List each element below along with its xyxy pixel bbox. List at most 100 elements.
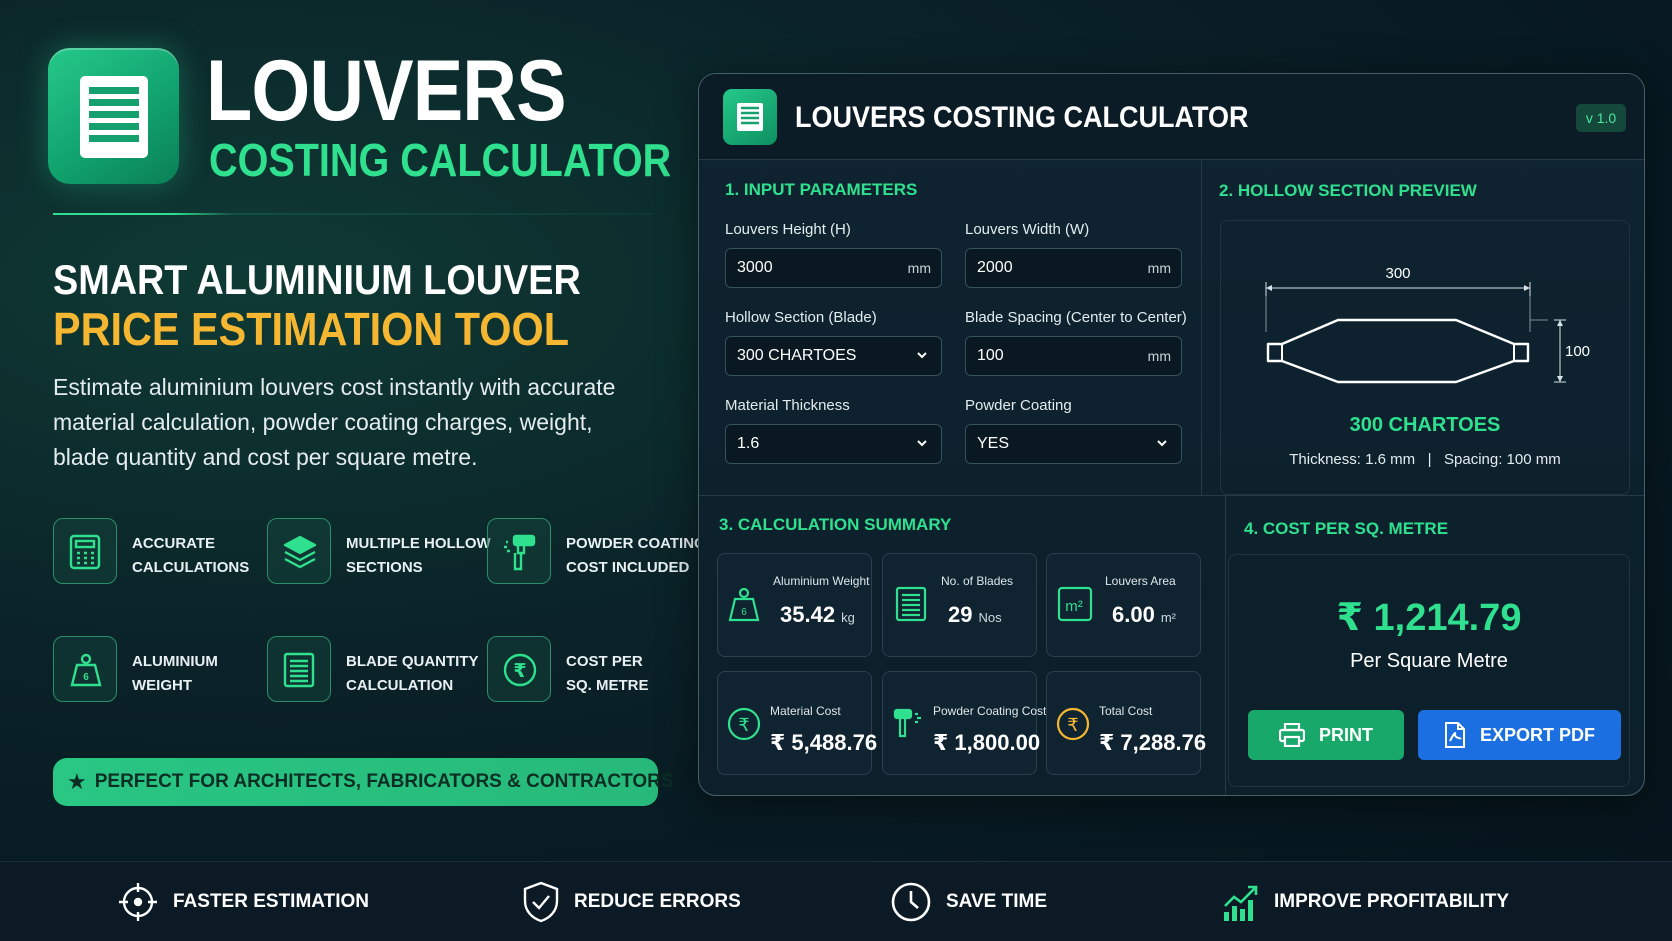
louver-logo-icon bbox=[737, 103, 763, 131]
weight-label: Aluminium Weight bbox=[773, 574, 870, 588]
feature-line1: POWDER COATING bbox=[566, 535, 706, 552]
benefit-faster-estimation: FASTER ESTIMATION bbox=[117, 880, 369, 924]
blade-spacing-label: Blade Spacing (Center to Center) bbox=[965, 309, 1187, 326]
crosshair-icon bbox=[119, 883, 157, 921]
blade-spacing-input[interactable]: 100 mm bbox=[965, 336, 1182, 376]
chevron-down-icon bbox=[917, 352, 927, 359]
shield-check-icon bbox=[523, 881, 559, 923]
cost-per-sqm-caption: Per Square Metre bbox=[1350, 650, 1508, 672]
export-pdf-label: EXPORT PDF bbox=[1479, 724, 1595, 745]
width-unit: mm bbox=[1147, 260, 1171, 276]
powder-coating-label: Powder Coating bbox=[965, 397, 1072, 414]
thickness-label: Material Thickness bbox=[725, 397, 850, 414]
feature-line1: COST PER bbox=[566, 653, 643, 670]
coating-cost-card: Powder Coating Cost ₹ 1,800.00 bbox=[882, 671, 1046, 775]
blades-label: No. of Blades bbox=[941, 574, 1014, 588]
benefit-improve-profitability: IMPROVE PROFITABILITY bbox=[1222, 880, 1509, 924]
panel-header: LOUVERS COSTING CALCULATOR v 1.0 bbox=[699, 74, 1644, 160]
area-value: 6.00 bbox=[1112, 602, 1155, 627]
cost-section-title: 4. COST PER SQ. METRE bbox=[1244, 519, 1449, 538]
blades-value: 29 bbox=[948, 602, 973, 627]
blades-card: No. of Blades 29 Nos bbox=[882, 553, 1037, 657]
hero-logo bbox=[48, 48, 179, 184]
hero-description: Estimate aluminium louvers cost instantl… bbox=[53, 374, 616, 470]
coating-cost-value: ₹ 1,800.00 bbox=[933, 730, 1041, 755]
benefit-reduce-errors: REDUCE ERRORS bbox=[522, 880, 741, 924]
preview-section-title: 2. HOLLOW SECTION PREVIEW bbox=[1219, 181, 1477, 200]
export-pdf-button[interactable]: EXPORT PDF bbox=[1418, 710, 1621, 760]
hollow-section-value: 300 CHARTOES bbox=[737, 347, 857, 364]
width-input[interactable]: 2000 mm bbox=[965, 248, 1182, 288]
feature-line2: SQ. METRE bbox=[566, 677, 649, 694]
dimension-width: 300 bbox=[1385, 265, 1410, 282]
audience-banner: ★ PERFECT FOR ARCHITECTS, FABRICATORS & … bbox=[53, 758, 674, 806]
benefit-save-time: SAVE TIME bbox=[890, 880, 1047, 924]
thickness-value: 1.6 bbox=[737, 435, 760, 452]
height-value: 3000 bbox=[737, 259, 773, 276]
version-badge: v 1.0 bbox=[1576, 104, 1626, 132]
tagline-primary: SMART ALUMINIUM LOUVER bbox=[53, 256, 581, 303]
feature-aluminium-weight: 6 ALUMINIUM WEIGHT bbox=[53, 636, 263, 706]
feature-powder-coating-cost: POWDER COATING COST INCLUDED bbox=[487, 518, 706, 588]
feature-line2: CALCULATIONS bbox=[132, 559, 250, 576]
rupee-icon: ₹ bbox=[1056, 707, 1090, 741]
area-label: Louvers Area bbox=[1105, 574, 1176, 588]
blades-icon bbox=[283, 652, 315, 688]
material-cost-value: ₹ 5,488.76 bbox=[770, 730, 878, 755]
area-icon: m² bbox=[1057, 586, 1093, 622]
total-cost-card: ₹ Total Cost ₹ 7,288.76 bbox=[1046, 671, 1206, 775]
feature-line1: BLADE QUANTITY bbox=[346, 653, 479, 670]
benefit-label: IMPROVE PROFITABILITY bbox=[1274, 891, 1510, 912]
spray-gun-icon bbox=[893, 708, 921, 738]
layers-icon bbox=[283, 535, 317, 569]
height-input[interactable]: 3000 mm bbox=[725, 248, 942, 288]
input-section-title: 1. INPUT PARAMETERS bbox=[725, 180, 918, 199]
width-value: 2000 bbox=[977, 259, 1013, 276]
panel-divider bbox=[1201, 160, 1202, 495]
hero-title: LOUVERS bbox=[206, 43, 567, 139]
audience-banner-text: PERFECT FOR ARCHITECTS, FABRICATORS & CO… bbox=[94, 771, 674, 792]
rupee-icon: ₹ bbox=[727, 707, 761, 741]
print-button-label: PRINT bbox=[1319, 724, 1373, 745]
blade-spacing-unit: mm bbox=[1147, 348, 1171, 364]
print-button[interactable]: PRINT bbox=[1248, 710, 1404, 760]
weight-card: 6 Aluminium Weight 35.42 kg bbox=[717, 553, 872, 657]
dimension-height: 100 bbox=[1565, 343, 1591, 360]
height-unit: mm bbox=[907, 260, 931, 276]
feature-line1: ALUMINIUM bbox=[132, 653, 218, 670]
thickness-select[interactable]: 1.6 bbox=[725, 424, 942, 464]
svg-text:₹: ₹ bbox=[513, 660, 526, 682]
width-label: Louvers Width (W) bbox=[965, 221, 1090, 238]
calculator-icon bbox=[69, 534, 101, 570]
weight-icon: 6 bbox=[728, 587, 760, 622]
panel-divider bbox=[1225, 496, 1226, 795]
area-unit: m² bbox=[1160, 610, 1176, 625]
blades-unit: Nos bbox=[978, 610, 1002, 625]
material-cost-label: Material Cost bbox=[770, 704, 841, 718]
weight-unit: kg bbox=[841, 610, 855, 625]
summary-section-title: 3. CALCULATION SUMMARY bbox=[719, 515, 952, 534]
benefit-label: FASTER ESTIMATION bbox=[173, 891, 369, 912]
powder-coating-select[interactable]: YES bbox=[965, 424, 1182, 464]
powder-coating-value: YES bbox=[977, 435, 1010, 452]
benefit-label: REDUCE ERRORS bbox=[574, 891, 741, 912]
svg-text:₹: ₹ bbox=[1067, 715, 1078, 736]
growth-chart-icon bbox=[1224, 885, 1258, 921]
chevron-down-icon bbox=[1157, 440, 1167, 447]
svg-text:m²: m² bbox=[1065, 598, 1083, 615]
hero-divider bbox=[53, 213, 653, 215]
feature-line2: CALCULATION bbox=[346, 677, 454, 694]
section-name: 300 CHARTOES bbox=[1349, 414, 1501, 436]
pdf-file-icon bbox=[1444, 722, 1465, 748]
hollow-section-select[interactable]: 300 CHARTOES bbox=[725, 336, 942, 376]
blades-icon bbox=[895, 586, 927, 622]
feature-line1: MULTIPLE HOLLOW bbox=[346, 535, 491, 552]
total-cost-value: ₹ 7,288.76 bbox=[1099, 730, 1207, 755]
svg-text:6: 6 bbox=[83, 672, 89, 683]
rupee-icon: ₹ bbox=[503, 653, 537, 687]
app-title: LOUVERS COSTING CALCULATOR bbox=[795, 101, 1249, 134]
cost-per-sqm-value: ₹ 1,214.79 bbox=[1336, 597, 1522, 639]
blade-spacing-value: 100 bbox=[977, 347, 1004, 364]
louver-logo-icon bbox=[80, 76, 148, 158]
app-logo bbox=[723, 89, 777, 145]
